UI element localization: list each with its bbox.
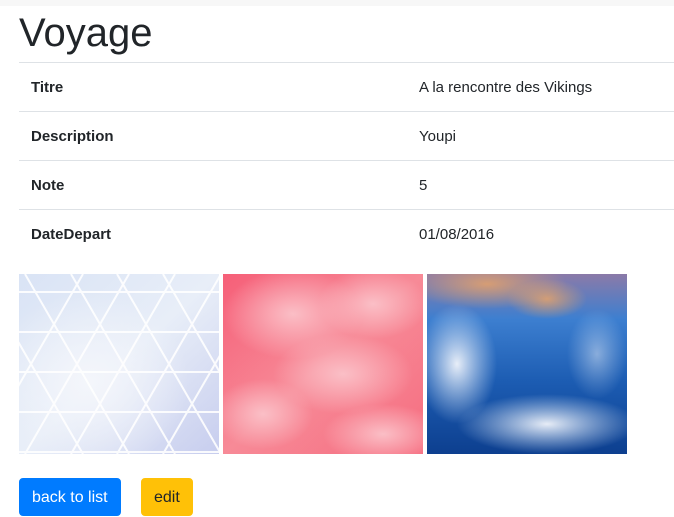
detail-value-titre: A la rencontre des Vikings (419, 78, 593, 96)
table-row: Titre A la rencontre des Vikings (19, 62, 674, 112)
table-row: Note 5 (19, 160, 674, 210)
detail-label-titre: Titre (31, 78, 64, 96)
detail-label-note: Note (31, 176, 65, 194)
edit-button[interactable]: edit (141, 478, 193, 516)
geometric-triangle-pattern-image[interactable] (19, 274, 219, 454)
page-title: Voyage (19, 11, 153, 55)
pink-clouds-image[interactable] (223, 274, 423, 454)
details-table: Titre A la rencontre des Vikings Descrip… (19, 62, 674, 259)
back-to-list-button[interactable]: back to list (19, 478, 121, 516)
blue-abstract-swirl-image[interactable] (427, 274, 627, 454)
table-row: DateDepart 01/08/2016 (19, 209, 674, 259)
detail-label-description: Description (31, 127, 114, 145)
detail-label-datedepart: DateDepart (31, 225, 112, 243)
detail-value-description: Youpi (419, 127, 456, 145)
top-navbar-strip (0, 0, 674, 6)
table-row: Description Youpi (19, 111, 674, 161)
detail-value-note: 5 (419, 176, 428, 194)
detail-value-datedepart: 01/08/2016 (419, 225, 495, 243)
